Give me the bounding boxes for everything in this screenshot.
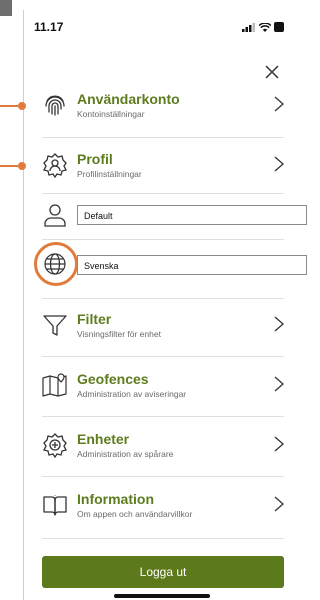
- status-bar: 11.17: [34, 20, 284, 38]
- battery-icon: [274, 22, 284, 32]
- status-icons: [242, 22, 284, 32]
- divider: [42, 538, 284, 539]
- user-icon: [44, 204, 66, 227]
- menu-item-title: Information: [77, 491, 154, 507]
- chevron-right-icon: [274, 436, 284, 452]
- chevron-right-icon: [274, 376, 284, 392]
- book-info-icon: [43, 495, 67, 516]
- menu-item-account[interactable]: Användarkonto Kontoinställningar: [42, 88, 284, 128]
- menu-item-filter[interactable]: Filter Visningsfilter för enhet: [42, 308, 284, 348]
- menu-item-title: Användarkonto: [77, 91, 180, 107]
- divider: [42, 239, 284, 240]
- chevron-right-icon: [274, 96, 284, 112]
- logout-button[interactable]: Logga ut: [42, 556, 284, 588]
- menu-item-units[interactable]: Enheter Administration av spårare: [42, 428, 284, 468]
- divider: [42, 476, 284, 477]
- menu-item-geofences[interactable]: Geofences Administration av aviseringar: [42, 368, 284, 408]
- language-field[interactable]: Svenska: [77, 255, 307, 275]
- funnel-icon: [43, 315, 67, 336]
- menu-item-title: Geofences: [77, 371, 149, 387]
- menu-item-subtitle: Visningsfilter för enhet: [77, 329, 161, 339]
- menu-item-subtitle: Profilinställningar: [77, 169, 142, 179]
- chevron-right-icon: [274, 316, 284, 332]
- signal-icon: [242, 22, 255, 32]
- close-icon[interactable]: [264, 64, 280, 80]
- wifi-icon: [259, 22, 271, 32]
- menu-item-subtitle: Om appen och användarvillkor: [77, 509, 193, 519]
- menu-item-subtitle: Administration av aviseringar: [77, 389, 187, 399]
- divider: [42, 416, 284, 417]
- highlight-circle-globe: [34, 242, 78, 286]
- menu-item-title: Profil: [77, 151, 113, 167]
- callout-dot-account: [18, 102, 26, 110]
- gear-badge-icon: [43, 153, 67, 178]
- divider: [42, 356, 284, 357]
- status-time: 11.17: [34, 20, 64, 34]
- menu-item-title: Filter: [77, 311, 112, 327]
- menu-item-title: Enheter: [77, 431, 130, 447]
- divider: [42, 193, 284, 194]
- chevron-right-icon: [274, 496, 284, 512]
- frame-corner: [0, 0, 12, 16]
- fingerprint-icon: [45, 95, 65, 116]
- language-row: Svenska: [42, 246, 307, 284]
- menu-item-profile[interactable]: Profil Profilinställningar: [42, 148, 284, 188]
- phone-screen: 11.17 Användarkonto Kontoinställningar P…: [24, 0, 307, 600]
- map-pin-icon: [42, 373, 67, 397]
- divider: [42, 298, 284, 299]
- menu-item-subtitle: Kontoinställningar: [77, 109, 145, 119]
- user-field[interactable]: Default: [77, 205, 307, 225]
- home-indicator[interactable]: [114, 594, 210, 598]
- menu-item-subtitle: Administration av spårare: [77, 449, 174, 459]
- callout-dot-profile: [18, 162, 26, 170]
- tracker-icon: [43, 433, 67, 458]
- menu-item-information[interactable]: Information Om appen och användarvillkor: [42, 488, 284, 528]
- divider: [42, 137, 284, 138]
- chevron-right-icon: [274, 156, 284, 172]
- user-row: Default: [42, 200, 307, 232]
